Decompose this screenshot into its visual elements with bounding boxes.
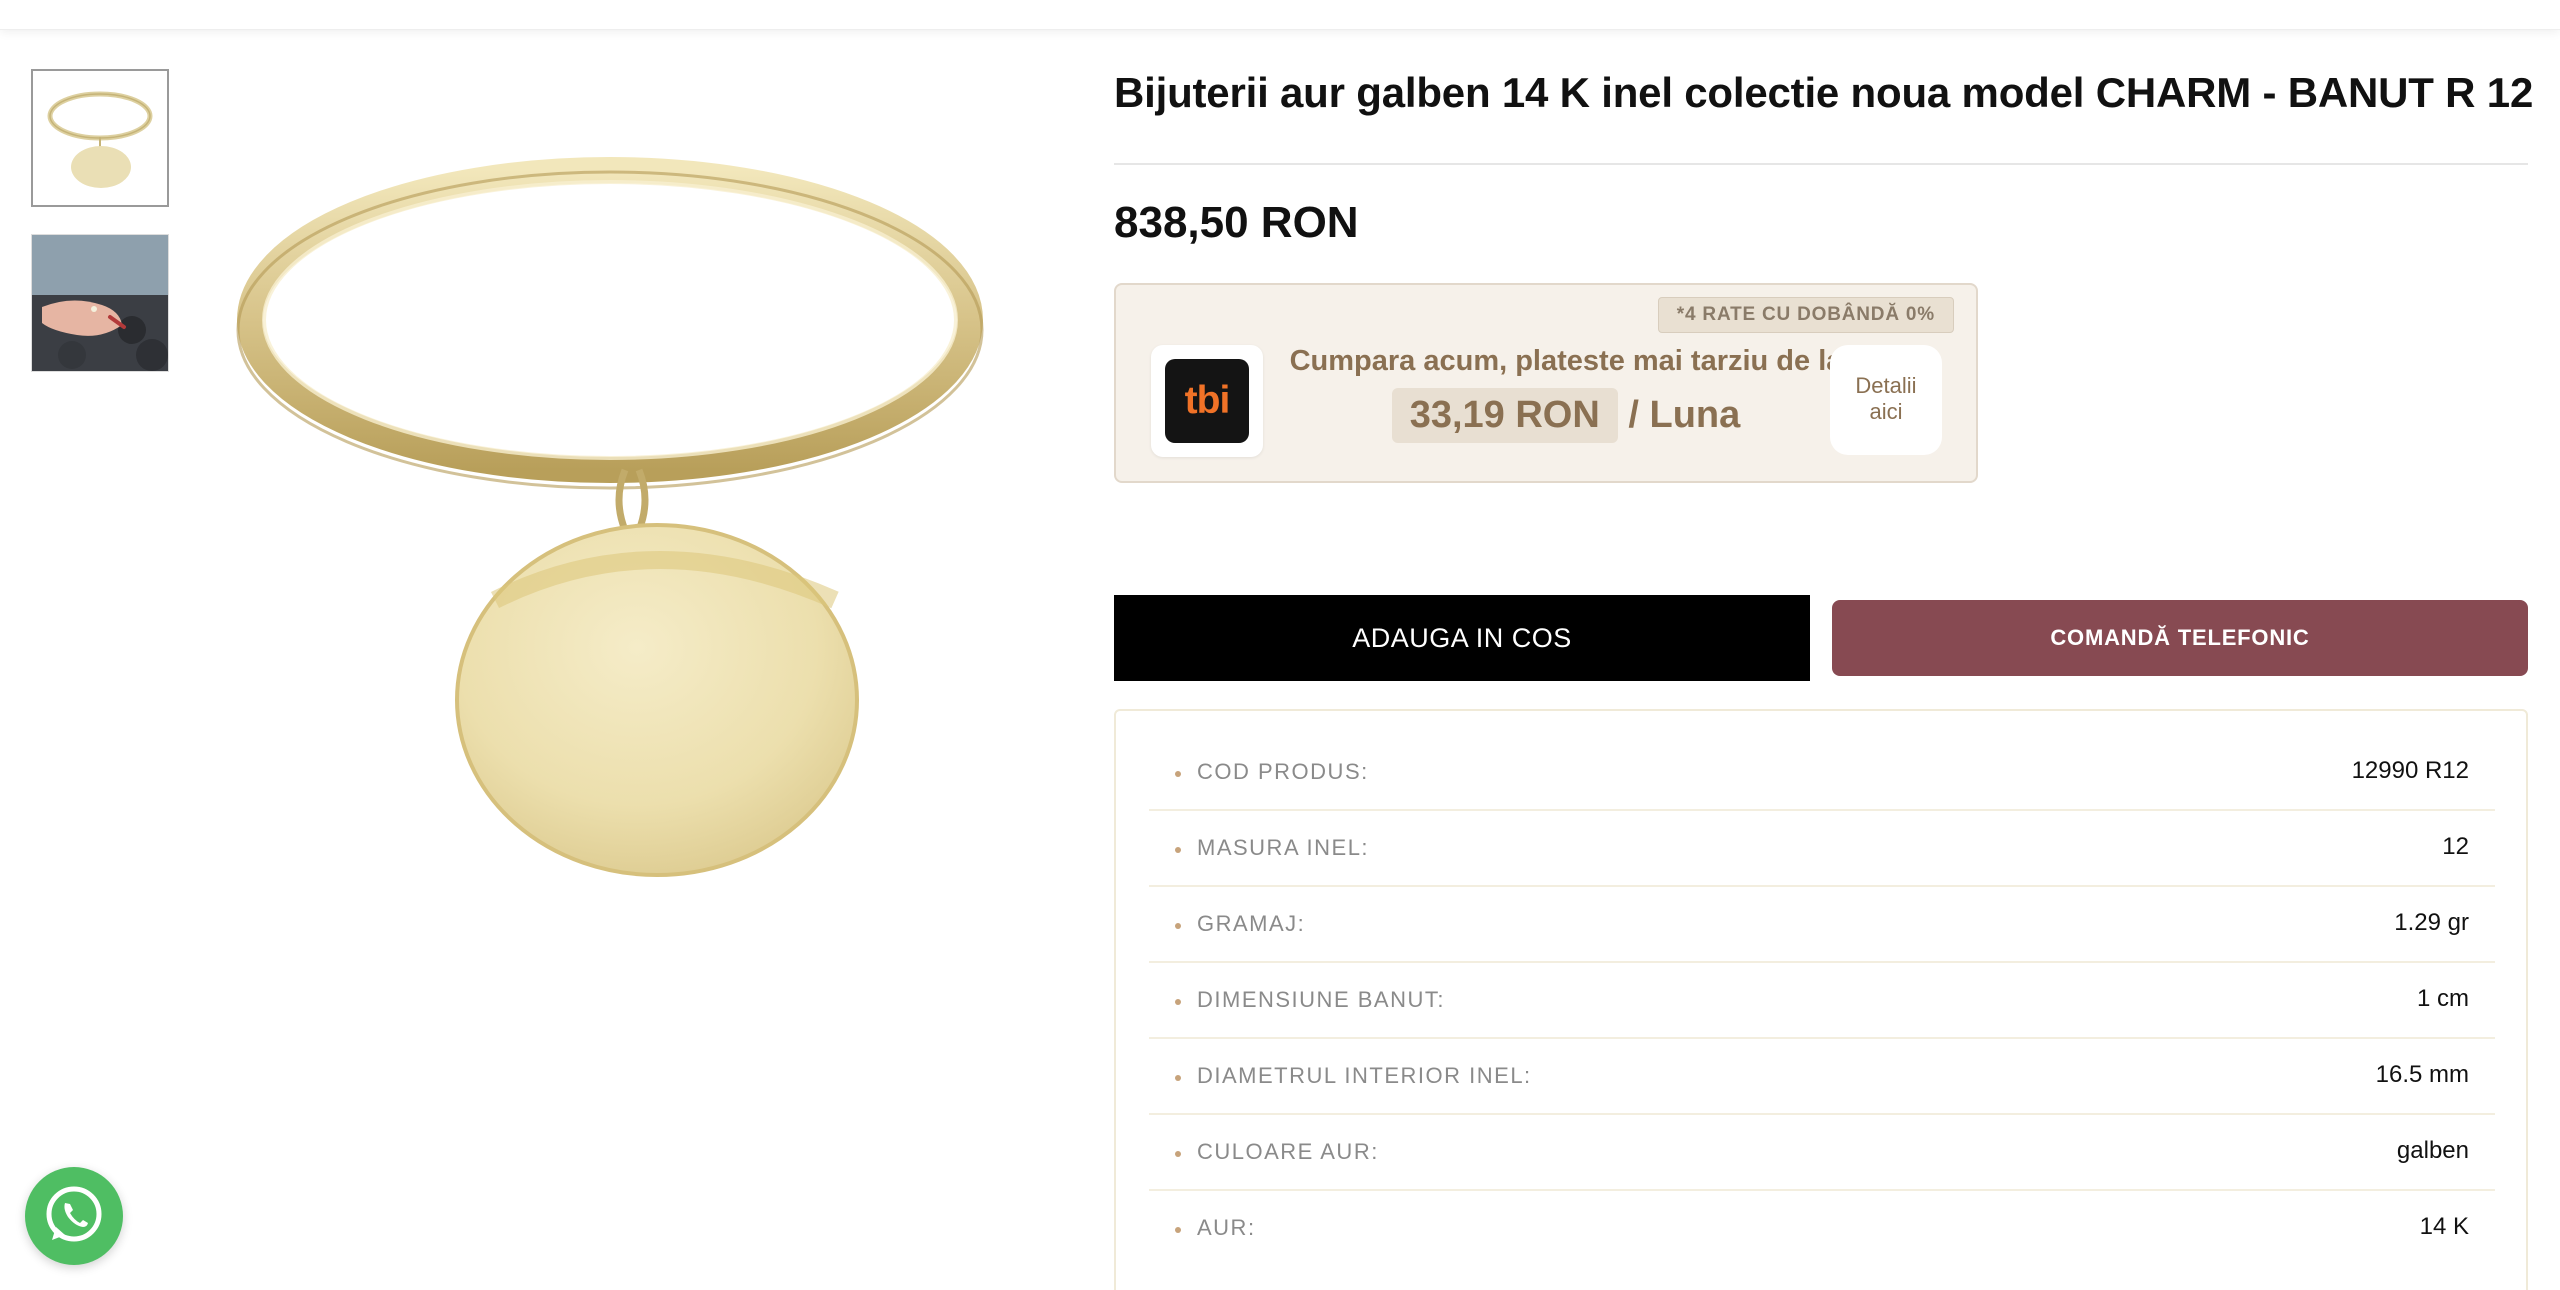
thumbnail-hand[interactable] [31,234,169,372]
order-by-phone-button[interactable]: COMANDĂ TELEFONIC [1832,600,2528,676]
tbi-offer-line: Cumpara acum, plateste mai tarziu de la [1289,345,1843,377]
spec-row-masura-inel: MASURA INEL: 12 [1149,811,2495,887]
tbi-details-label-1: Detalii [1855,373,1917,398]
ring-charm-image [236,157,984,877]
spec-label: CULOARE AUR: [1197,1139,1379,1164]
tbi-offer-text: Cumpara acum, plateste mai tarziu de la … [1286,345,1846,443]
spec-row-cod-produs: COD PRODUS: 12990 R12 [1149,735,2495,811]
spec-row-aur: AUR: 14 K [1149,1191,2495,1267]
tbi-details-label-2: aici [1869,399,1903,425]
spec-label: DIAMETRUL INTERIOR INEL: [1197,1063,1532,1088]
bullet-icon [1175,1075,1181,1081]
bullet-icon [1175,1227,1181,1233]
hand-thumbnail-image [32,235,168,371]
tbi-logo-card[interactable]: tbi [1151,345,1263,457]
add-to-cart-button[interactable]: ADAUGA IN COS [1114,595,1810,681]
spec-label: DIMENSIUNE BANUT: [1197,987,1445,1012]
whatsapp-icon [46,1186,102,1242]
product-title: Bijuterii aur galben 14 K inel colectie … [1114,69,2534,116]
spec-label: MASURA INEL: [1197,835,1370,860]
tbi-monthly-amount: 33,19 RON [1391,388,1618,443]
bullet-icon [1175,999,1181,1005]
product-price: 838,50 RON [1114,198,1359,247]
tbi-installments-box: *4 RATE CU DOBÂNDĂ 0% tbi Cumpara acum, … [1114,283,1978,483]
spec-value: 16.5 mm [2375,1061,2469,1088]
spec-label: COD PRODUS: [1197,759,1369,784]
whatsapp-chat-button[interactable] [25,1167,123,1265]
spec-row-dimensiune-banut: DIMENSIUNE BANUT: 1 cm [1149,963,2495,1039]
bullet-icon [1175,923,1181,929]
tbi-logo: tbi [1165,359,1249,443]
spec-row-gramaj: GRAMAJ: 1.29 gr [1149,887,2495,963]
title-divider [1114,163,2528,165]
spec-value: 12990 R12 [2351,757,2469,784]
tbi-zero-interest-badge: *4 RATE CU DOBÂNDĂ 0% [1657,297,1954,333]
spec-label: GRAMAJ: [1197,911,1306,936]
spec-value: 12 [2442,833,2469,860]
spec-value: 14 K [2419,1213,2469,1240]
top-header-bar [0,0,2560,30]
tbi-monthly-line: 33,19 RON / Luna [1286,388,1846,443]
product-specs-table: COD PRODUS: 12990 R12 MASURA INEL: 12 GR… [1114,709,2528,1290]
thumbnail-ring[interactable] [31,69,169,207]
main-product-image[interactable] [195,130,1025,900]
spec-value: 1.29 gr [2394,909,2469,936]
bullet-icon [1175,1151,1181,1157]
ring-thumbnail-image [33,71,167,205]
spec-value: galben [2396,1137,2469,1164]
spec-label: AUR: [1197,1215,1256,1240]
tbi-per-month: / Luna [1617,394,1741,436]
bullet-icon [1175,771,1181,777]
spec-row-culoare-aur: CULOARE AUR: galben [1149,1115,2495,1191]
spec-row-diametru-interior: DIAMETRUL INTERIOR INEL: 16.5 mm [1149,1039,2495,1115]
bullet-icon [1175,847,1181,853]
spec-value: 1 cm [2416,985,2469,1012]
tbi-details-button[interactable]: Detalii aici [1830,345,1942,455]
